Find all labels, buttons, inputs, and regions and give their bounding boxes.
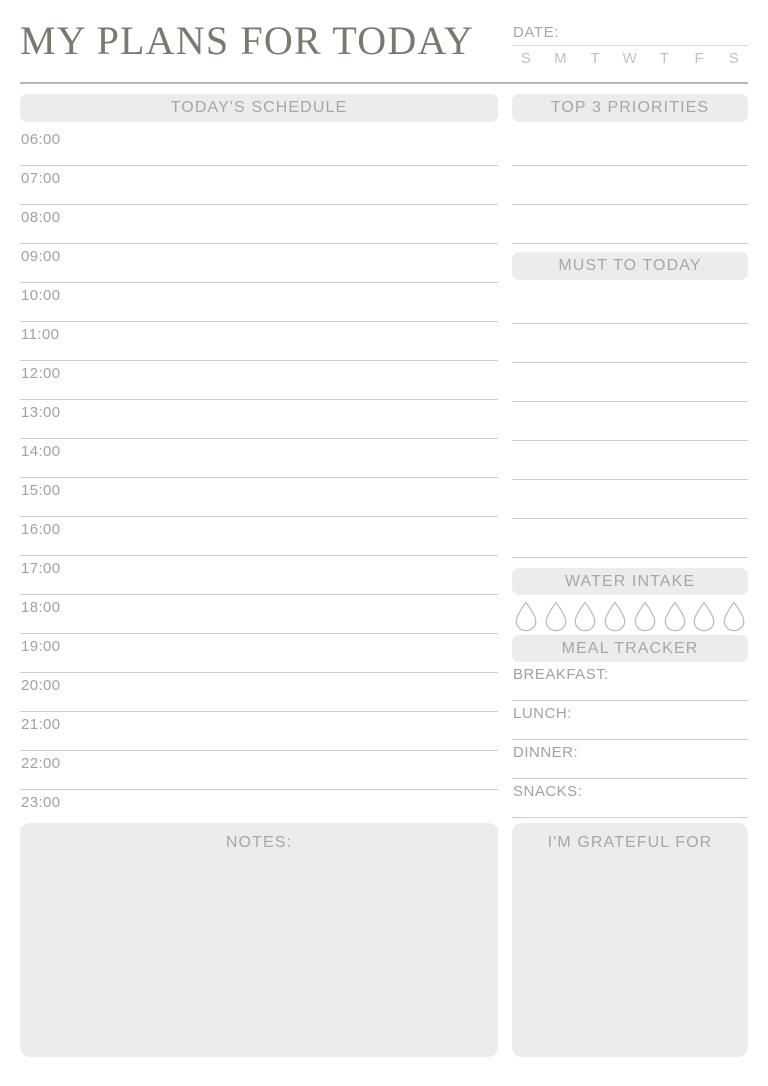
- left-column: TODAY'S SCHEDULE 06:00 07:00 08:00 09:00 10:…: [20, 94, 498, 829]
- schedule-time-label: 22:00: [21, 755, 61, 772]
- write-line[interactable]: [512, 480, 748, 519]
- write-line[interactable]: [512, 127, 748, 166]
- water-drop-icon[interactable]: [663, 601, 687, 632]
- weekday-tue[interactable]: T: [585, 50, 605, 67]
- page-header: MY PLANS FOR TODAY DATE: S M T W T F S: [20, 18, 748, 76]
- meal-label: BREAKFAST:: [513, 666, 609, 683]
- notes-box[interactable]: NOTES:: [20, 823, 498, 1057]
- priorities-heading: TOP 3 PRIORITIES: [512, 94, 748, 122]
- date-label: DATE:: [513, 24, 560, 41]
- schedule-row[interactable]: 15:00: [20, 478, 498, 517]
- schedule-time-label: 23:00: [21, 794, 61, 811]
- notes-heading: NOTES:: [225, 834, 293, 851]
- grateful-box[interactable]: I'M GRATEFUL FOR: [512, 823, 748, 1057]
- schedule-time-label: 06:00: [21, 131, 61, 148]
- priorities-list: [512, 127, 748, 244]
- write-line[interactable]: [512, 402, 748, 441]
- schedule-row[interactable]: 06:00: [20, 127, 498, 166]
- schedule-time-label: 21:00: [21, 716, 61, 733]
- write-line[interactable]: [512, 166, 748, 205]
- schedule-row[interactable]: 13:00: [20, 400, 498, 439]
- schedule-heading: TODAY'S SCHEDULE: [20, 94, 498, 122]
- write-line[interactable]: [512, 519, 748, 558]
- write-line[interactable]: [512, 363, 748, 402]
- write-line[interactable]: [512, 324, 748, 363]
- meal-label: SNACKS:: [513, 783, 583, 800]
- schedule-time-label: 19:00: [21, 638, 61, 655]
- schedule-row[interactable]: 21:00: [20, 712, 498, 751]
- schedule-row[interactable]: 11:00: [20, 322, 498, 361]
- schedule-row[interactable]: 17:00: [20, 556, 498, 595]
- schedule-row[interactable]: 19:00: [20, 634, 498, 673]
- schedule-time-label: 12:00: [21, 365, 61, 382]
- weekday-mon[interactable]: M: [551, 50, 571, 67]
- page-title: MY PLANS FOR TODAY: [20, 18, 474, 63]
- schedule-time-label: 11:00: [21, 326, 60, 343]
- date-block: DATE: S M T W T F S: [512, 24, 748, 67]
- schedule-time-label: 20:00: [21, 677, 61, 694]
- water-heading: WATER INTAKE: [512, 568, 748, 595]
- schedule-row[interactable]: 10:00: [20, 283, 498, 322]
- water-drop-icon[interactable]: [573, 601, 597, 632]
- schedule-time-label: 13:00: [21, 404, 61, 421]
- schedule-time-label: 09:00: [21, 248, 61, 265]
- water-drop-row: [512, 597, 748, 635]
- meal-label: DINNER:: [513, 744, 579, 761]
- weekday-fri[interactable]: F: [689, 50, 709, 67]
- schedule-time-label: 15:00: [21, 482, 61, 499]
- meal-row[interactable]: BREAKFAST:: [512, 662, 748, 701]
- planner-page: MY PLANS FOR TODAY DATE: S M T W T F S T…: [0, 0, 768, 1086]
- schedule-row[interactable]: 14:00: [20, 439, 498, 478]
- write-line[interactable]: [512, 285, 748, 324]
- schedule-row[interactable]: 20:00: [20, 673, 498, 712]
- schedule-time-label: 08:00: [21, 209, 61, 226]
- meals-heading: MEAL TRACKER: [512, 635, 748, 662]
- schedule-row[interactable]: 16:00: [20, 517, 498, 556]
- write-line[interactable]: [512, 441, 748, 480]
- meal-row[interactable]: LUNCH:: [512, 701, 748, 740]
- schedule-time-label: 16:00: [21, 521, 61, 538]
- schedule-row[interactable]: 18:00: [20, 595, 498, 634]
- schedule-time-label: 18:00: [21, 599, 61, 616]
- weekday-thu[interactable]: T: [655, 50, 675, 67]
- schedule-row[interactable]: 22:00: [20, 751, 498, 790]
- schedule-row[interactable]: 07:00: [20, 166, 498, 205]
- water-drop-icon[interactable]: [544, 601, 568, 632]
- water-drop-icon[interactable]: [603, 601, 627, 632]
- grateful-heading: I'M GRATEFUL FOR: [547, 834, 713, 851]
- schedule-list: 06:00 07:00 08:00 09:00 10:00 11:00 12:00 13:00…: [20, 127, 498, 829]
- schedule-time-label: 10:00: [21, 287, 61, 304]
- water-drop-icon[interactable]: [514, 601, 538, 632]
- schedule-row[interactable]: 08:00: [20, 205, 498, 244]
- meal-row[interactable]: SNACKS:: [512, 779, 748, 818]
- weekday-wed[interactable]: W: [620, 50, 640, 67]
- schedule-row[interactable]: 12:00: [20, 361, 498, 400]
- schedule-time-label: 07:00: [21, 170, 61, 187]
- schedule-row[interactable]: 09:00: [20, 244, 498, 283]
- meal-label: LUNCH:: [513, 705, 572, 722]
- write-line[interactable]: [512, 205, 748, 244]
- water-drop-icon[interactable]: [633, 601, 657, 632]
- water-drop-icon[interactable]: [692, 601, 716, 632]
- weekday-sat[interactable]: S: [724, 50, 744, 67]
- schedule-time-label: 14:00: [21, 443, 61, 460]
- water-drop-icon[interactable]: [722, 601, 746, 632]
- meals-list: BREAKFAST: LUNCH: DINNER: SNACKS:: [512, 662, 748, 818]
- meal-row[interactable]: DINNER:: [512, 740, 748, 779]
- weekday-sun[interactable]: S: [516, 50, 536, 67]
- musts-heading: MUST TO TODAY: [512, 252, 748, 280]
- schedule-time-label: 17:00: [21, 560, 61, 577]
- right-column: TOP 3 PRIORITIES MUST TO TODAY WATER INT…: [512, 94, 748, 818]
- header-divider: [20, 82, 748, 84]
- musts-list: [512, 285, 748, 558]
- date-write-line[interactable]: [512, 45, 748, 46]
- weekday-selector: S M T W T F S: [512, 50, 748, 67]
